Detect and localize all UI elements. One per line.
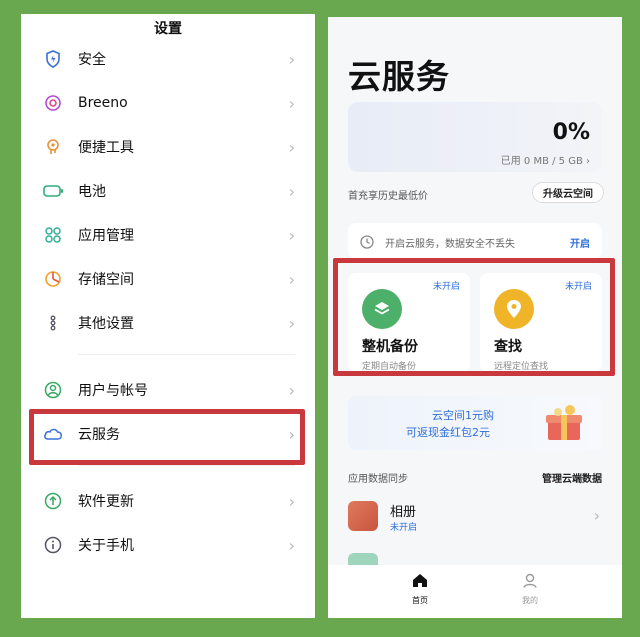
settings-panel: 设置 安全 › Breeno › 便捷工具 › 电池 › 应用管理 › 存储空间… — [21, 14, 315, 618]
banner-line-2: 可返现金红包2元 — [406, 426, 490, 439]
storage-used: 已用 0 MB / 5 GB › — [500, 156, 590, 167]
enable-notice: 开启云服务，数据安全不丢失 开启 — [348, 223, 602, 259]
notice-text: 开启云服务，数据安全不丢失 — [385, 239, 515, 250]
bottom-tab-bar: 首页 我的 — [328, 565, 622, 618]
settings-item-label: 电池 — [78, 184, 106, 200]
settings-item-security[interactable]: 安全 › — [21, 39, 315, 79]
home-icon — [412, 573, 428, 592]
settings-item-breeno[interactable]: Breeno › — [21, 83, 315, 123]
album-title[interactable]: 相册 — [390, 501, 416, 520]
tools-icon — [43, 137, 63, 157]
more-settings-icon — [43, 313, 63, 333]
settings-item-apps[interactable]: 应用管理 › — [21, 215, 315, 255]
profile-icon — [522, 573, 538, 592]
clock-icon — [360, 234, 374, 253]
chevron-right-icon: › — [288, 181, 295, 201]
settings-item-update[interactable]: 软件更新 › — [21, 481, 315, 521]
storage-icon — [43, 269, 63, 289]
settings-item-label: 关于手机 — [78, 538, 134, 554]
settings-item-about[interactable]: 关于手机 › — [21, 525, 315, 565]
battery-icon — [43, 181, 63, 201]
settings-item-label: 安全 — [78, 52, 106, 68]
chevron-right-icon: › — [288, 380, 295, 400]
update-icon — [43, 491, 63, 511]
gift-box-icon — [546, 405, 582, 440]
divider — [78, 465, 295, 466]
settings-item-label: 用户与帐号 — [78, 383, 148, 399]
promo-banner[interactable]: 云空间1元购 可返现金红包2元 — [348, 396, 602, 450]
settings-item-label: 存储空间 — [78, 272, 134, 288]
upgrade-button[interactable]: 升级云空间 — [532, 182, 604, 203]
highlight-box-cards — [333, 258, 615, 376]
manage-data-link[interactable]: 管理云端数据 — [542, 470, 602, 485]
album-status: 未开启 — [390, 523, 418, 533]
settings-item-other[interactable]: 其他设置 › — [21, 303, 315, 343]
apps-icon — [43, 225, 63, 245]
chevron-right-icon[interactable]: › — [594, 506, 600, 525]
settings-title: 设置 — [154, 21, 182, 37]
settings-item-user[interactable]: 用户与帐号 › — [21, 370, 315, 410]
sync-section-label: 应用数据同步 — [348, 474, 408, 485]
album-icon — [348, 501, 378, 531]
storage-card[interactable]: 0% 已用 0 MB / 5 GB › — [348, 102, 602, 172]
promo-text: 首充享历史最低价 — [348, 191, 428, 202]
chevron-right-icon: › — [288, 491, 295, 511]
user-icon — [43, 380, 63, 400]
settings-item-label: 其他设置 — [78, 316, 134, 332]
chevron-right-icon: › — [288, 49, 295, 69]
info-icon — [43, 535, 63, 555]
settings-item-label: Breeno — [78, 95, 128, 111]
settings-item-label: 应用管理 — [78, 228, 134, 244]
chevron-right-icon: › — [288, 225, 295, 245]
tab-label: 首页 — [412, 596, 428, 605]
tab-home[interactable]: 首页 — [400, 573, 440, 606]
settings-item-battery[interactable]: 电池 › — [21, 171, 315, 211]
settings-item-storage[interactable]: 存储空间 › — [21, 259, 315, 299]
divider — [78, 354, 295, 355]
banner-line-1: 云空间1元购 — [432, 409, 494, 422]
chevron-right-icon: › — [288, 269, 295, 289]
chevron-right-icon: › — [288, 137, 295, 157]
chevron-right-icon: › — [288, 535, 295, 555]
chevron-right-icon: › — [288, 313, 295, 333]
settings-item-label: 软件更新 — [78, 494, 134, 510]
shield-icon — [43, 49, 63, 69]
tab-label: 我的 — [522, 596, 538, 605]
chevron-right-icon: › — [288, 93, 295, 113]
storage-percent: 0% — [552, 120, 590, 145]
tab-me[interactable]: 我的 — [510, 573, 550, 606]
enable-link[interactable]: 开启 — [570, 235, 590, 250]
highlight-box-cloud-item — [29, 409, 305, 465]
page-title: 云服务 — [348, 57, 450, 96]
breeno-icon — [43, 93, 63, 113]
settings-item-tools[interactable]: 便捷工具 › — [21, 127, 315, 167]
settings-item-label: 便捷工具 — [78, 140, 134, 156]
